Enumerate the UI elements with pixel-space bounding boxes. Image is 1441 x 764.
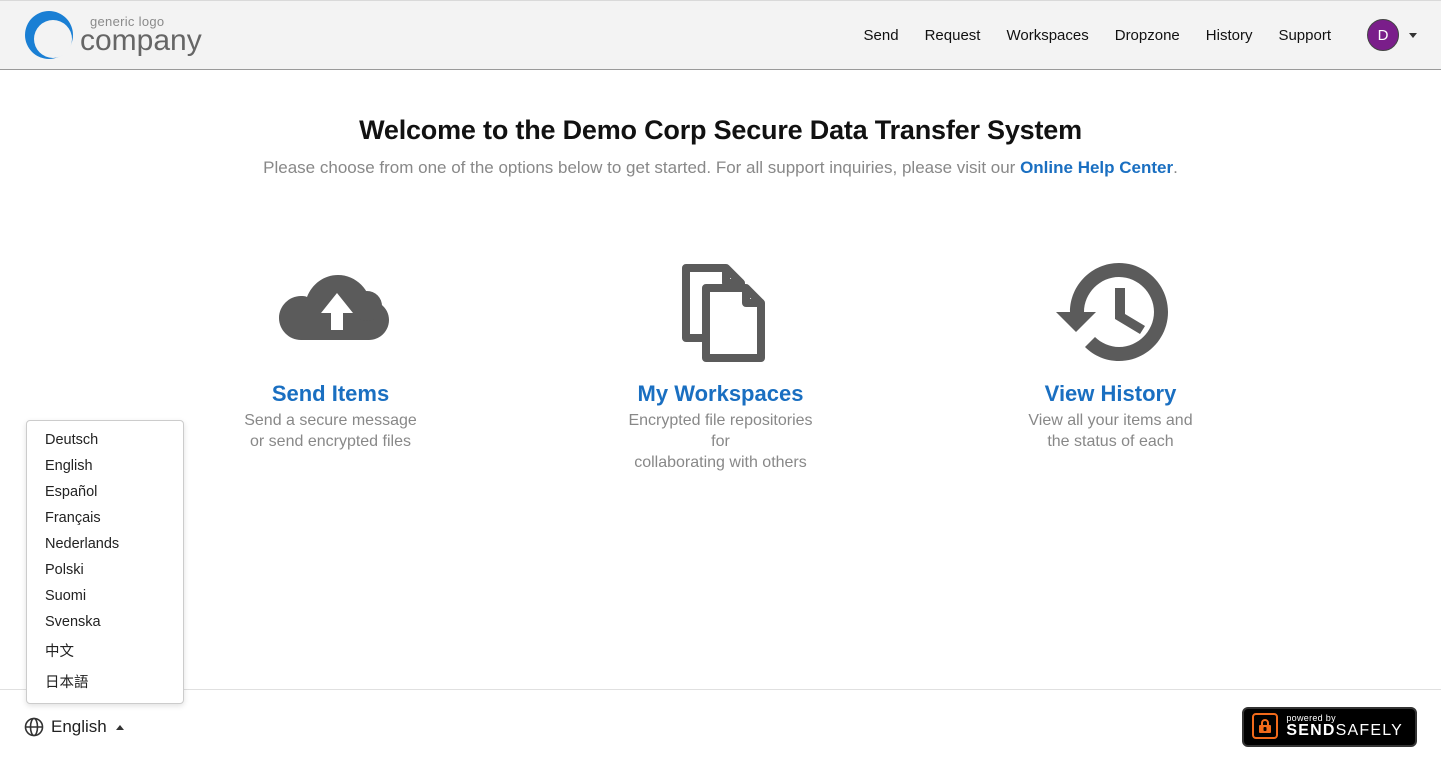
action-cards: Send Items Send a secure message or send… bbox=[0, 253, 1441, 473]
cloud-upload-icon bbox=[261, 253, 401, 363]
user-menu[interactable]: D bbox=[1367, 19, 1417, 51]
card-desc: View all your items and the status of ea… bbox=[1028, 411, 1192, 453]
lang-option-japanese[interactable]: 日本語 bbox=[27, 666, 183, 697]
card-my-workspaces[interactable]: My Workspaces Encrypted file repositorie… bbox=[621, 253, 821, 473]
globe-icon bbox=[24, 717, 44, 737]
header: generic logo company Send Request Worksp… bbox=[0, 0, 1441, 70]
powered-by-badge[interactable]: powered by SENDSAFELY bbox=[1242, 707, 1417, 747]
card-title: Send Items bbox=[272, 381, 389, 407]
logo-text: generic logo company bbox=[80, 16, 202, 55]
lang-option-espanol[interactable]: Español bbox=[27, 479, 183, 505]
card-desc: Send a secure message or send encrypted … bbox=[244, 411, 417, 453]
card-title: View History bbox=[1045, 381, 1177, 407]
chevron-up-icon bbox=[116, 725, 124, 730]
footer: English powered by SENDSAFELY bbox=[0, 689, 1441, 764]
nav-request[interactable]: Request bbox=[925, 27, 981, 44]
chevron-down-icon bbox=[1409, 33, 1417, 38]
lang-option-deutsch[interactable]: Deutsch bbox=[27, 427, 183, 453]
language-selector[interactable]: English bbox=[24, 717, 124, 737]
subtitle-suffix: . bbox=[1173, 158, 1178, 177]
card-desc: Encrypted file repositories for collabor… bbox=[621, 411, 821, 473]
lang-option-english[interactable]: English bbox=[27, 453, 183, 479]
main-nav: Send Request Workspaces Dropzone History… bbox=[864, 19, 1417, 51]
card-view-history[interactable]: View History View all your items and the… bbox=[1011, 253, 1211, 473]
lang-option-polski[interactable]: Polski bbox=[27, 557, 183, 583]
page-title: Welcome to the Demo Corp Secure Data Tra… bbox=[0, 115, 1441, 146]
lang-option-svenska[interactable]: Svenska bbox=[27, 609, 183, 635]
subtitle-prefix: Please choose from one of the options be… bbox=[263, 158, 1020, 177]
main-content: Welcome to the Demo Corp Secure Data Tra… bbox=[0, 70, 1441, 473]
card-title: My Workspaces bbox=[638, 381, 804, 407]
logo[interactable]: generic logo company bbox=[24, 10, 202, 60]
history-icon bbox=[1051, 253, 1171, 363]
card-send-items[interactable]: Send Items Send a secure message or send… bbox=[231, 253, 431, 473]
lang-option-chinese[interactable]: 中文 bbox=[27, 635, 183, 666]
logo-text-bottom: company bbox=[80, 27, 202, 54]
lang-option-francais[interactable]: Français bbox=[27, 505, 183, 531]
language-menu: Deutsch English Español Français Nederla… bbox=[26, 420, 184, 704]
lock-icon bbox=[1252, 713, 1278, 739]
nav-workspaces[interactable]: Workspaces bbox=[1006, 27, 1088, 44]
powered-brand: SENDSAFELY bbox=[1286, 723, 1403, 739]
powered-text: powered by SENDSAFELY bbox=[1286, 714, 1403, 739]
logo-icon bbox=[24, 10, 74, 60]
current-language: English bbox=[51, 717, 107, 737]
files-icon bbox=[666, 253, 776, 363]
help-center-link[interactable]: Online Help Center bbox=[1020, 158, 1173, 177]
nav-send[interactable]: Send bbox=[864, 27, 899, 44]
lang-option-nederlands[interactable]: Nederlands bbox=[27, 531, 183, 557]
page-subtitle: Please choose from one of the options be… bbox=[0, 158, 1441, 178]
lang-option-suomi[interactable]: Suomi bbox=[27, 583, 183, 609]
nav-support[interactable]: Support bbox=[1278, 27, 1331, 44]
nav-history[interactable]: History bbox=[1206, 27, 1253, 44]
avatar: D bbox=[1367, 19, 1399, 51]
nav-dropzone[interactable]: Dropzone bbox=[1115, 27, 1180, 44]
